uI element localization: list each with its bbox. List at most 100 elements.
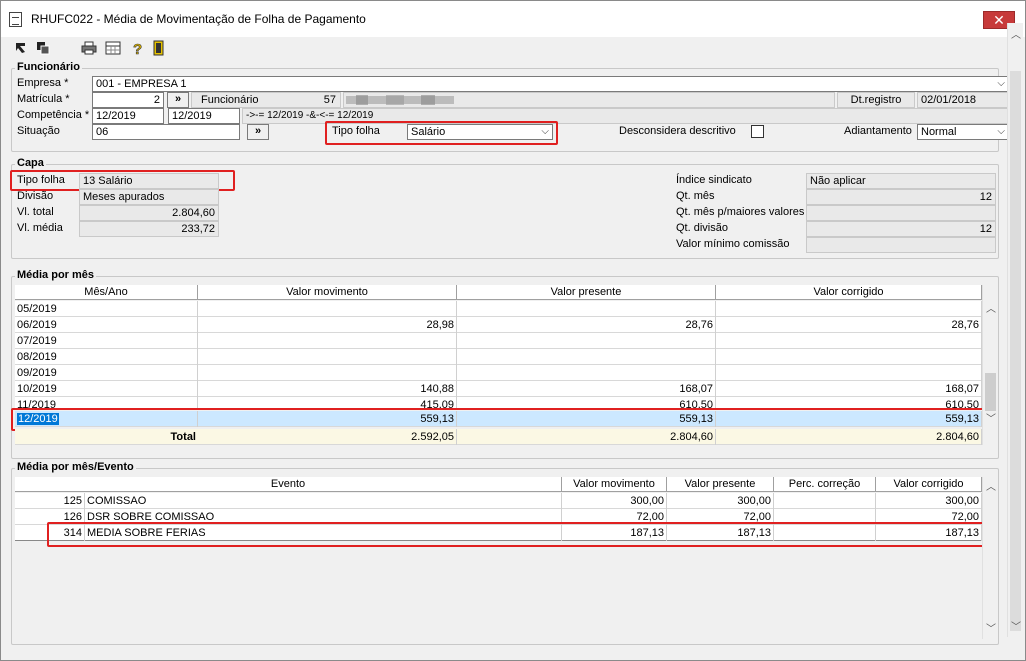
cell-presente (457, 333, 716, 349)
funcionario-name-field (343, 92, 835, 108)
matricula-input[interactable]: 2 (92, 92, 164, 108)
event-row[interactable]: 125 COMISSAO 300,00 300,00 300,00 (15, 493, 982, 509)
col-ev-valor-movimento[interactable]: Valor movimento (562, 477, 667, 492)
cell-ev-movimento: 300,00 (562, 493, 667, 509)
table-row[interactable]: 08/2019 (15, 349, 982, 365)
desconsidera-checkbox[interactable] (751, 125, 764, 138)
cell-corrigido: 168,07 (716, 381, 982, 397)
matricula-lookup-button[interactable]: » (167, 92, 189, 108)
situacao-input[interactable]: 06 (92, 124, 240, 140)
window-scrollbar[interactable]: ︿ ﹀ (1007, 23, 1023, 637)
vl-total-label: Vl. total (17, 206, 54, 218)
col-valor-movimento[interactable]: Valor movimento (198, 285, 457, 300)
vl-media-label: Vl. média (17, 222, 63, 234)
exit-door-icon[interactable] (151, 40, 167, 56)
title-bar: RHUFC022 - Média de Movimentação de Folh… (1, 1, 1025, 37)
cell-ev-perc (774, 493, 876, 509)
media-evento-scrollbar[interactable]: ︿ ﹀ (982, 477, 998, 639)
printer-icon[interactable] (81, 40, 97, 56)
total-corrigido: 2.804,60 (716, 429, 982, 445)
cell-presente (457, 365, 716, 381)
media-mes-header: Mês/Ano Valor movimento Valor presente V… (15, 285, 982, 300)
funcionario-number: 57 (323, 94, 336, 106)
col-ev-valor-corrigido[interactable]: Valor corrigido (876, 477, 982, 492)
cell-mes: 10/2019 (15, 381, 198, 397)
cell-evento-codigo: 125 (15, 493, 85, 509)
funcionario-field: Funcionário 57 (191, 92, 341, 108)
event-row[interactable]: 314 MEDIA SOBRE FERIAS 187,13 187,13 187… (15, 525, 982, 541)
col-mes-ano[interactable]: Mês/Ano (15, 285, 198, 300)
cell-ev-presente: 187,13 (667, 525, 774, 541)
cell-ev-movimento: 72,00 (562, 509, 667, 525)
table-row-selected[interactable]: 12/2019 559,13 559,13 559,13 (15, 411, 982, 427)
table-row[interactable]: 07/2019 (15, 333, 982, 349)
scroll-down-icon[interactable]: ﹀ (983, 413, 999, 427)
arrow-first-icon[interactable] (13, 40, 29, 56)
cell-mes: 12/2019 (15, 411, 198, 427)
cell-movimento (198, 365, 457, 381)
col-evento[interactable]: Evento (15, 477, 562, 492)
cell-evento-codigo: 126 (15, 509, 85, 525)
copy-icon[interactable] (35, 40, 51, 56)
cell-mes: 05/2019 (15, 301, 198, 317)
table-row[interactable]: 06/2019 28,98 28,76 28,76 (15, 317, 982, 333)
toolbar: ? (1, 37, 1025, 59)
help-icon[interactable]: ? (129, 40, 145, 59)
col-ev-valor-presente[interactable]: Valor presente (667, 477, 774, 492)
matricula-label: Matrícula * (17, 93, 70, 105)
total-presente: 2.804,60 (457, 429, 716, 445)
empresa-label: Empresa * (17, 77, 69, 89)
scroll-up-icon[interactable]: ︿ (983, 481, 999, 495)
competencia-de-input[interactable]: 12/2019 (92, 108, 164, 124)
cell-mes: 07/2019 (15, 333, 198, 349)
cell-movimento (198, 333, 457, 349)
cell-evento-nome: DSR SOBRE COMISSAO (85, 509, 562, 525)
competencia-expression: ->-= 12/2019 -&-<-= 12/2019 (242, 108, 1009, 124)
situacao-lookup-button[interactable]: » (247, 124, 269, 140)
empresa-value: 001 - EMPRESA 1 (96, 78, 187, 90)
total-row: Total 2.592,05 2.804,60 2.804,60 (15, 429, 982, 445)
media-mes-section-title: Média por mês (15, 269, 97, 281)
table-row[interactable]: 05/2019 (15, 301, 982, 317)
cell-movimento: 415,09 (198, 397, 457, 409)
cell-movimento: 559,13 (198, 411, 457, 427)
situacao-label: Situação (17, 125, 60, 137)
cell-evento-nome: MEDIA SOBRE FERIAS (85, 525, 562, 541)
divisao-label: Divisão (17, 190, 54, 202)
divisao-value: Meses apurados (79, 189, 219, 205)
col-ev-perc-correcao[interactable]: Perc. correção (774, 477, 876, 492)
table-row[interactable]: 11/2019 415,09 610,50 610,50 (15, 397, 982, 410)
qt-divisao-label: Qt. divisão (676, 222, 728, 234)
competencia-label: Competência * (17, 109, 90, 121)
cell-presente: 28,76 (457, 317, 716, 333)
cell-movimento (198, 301, 457, 317)
capa-section-title: Capa (15, 157, 46, 169)
funcionario-section-title: Funcionário (15, 61, 82, 73)
indice-sindicato-label: Índice sindicato (676, 174, 752, 186)
valor-minimo-label: Valor mínimo comissão (676, 238, 790, 250)
cell-ev-perc (774, 525, 876, 541)
scroll-thumb[interactable] (985, 373, 996, 411)
window-scroll-thumb[interactable] (1010, 71, 1021, 631)
calculator-icon[interactable] (105, 40, 121, 56)
chevron-down-icon: ⌵ (541, 126, 549, 137)
adiantamento-select[interactable]: Normal ⌵ (917, 124, 1009, 140)
empresa-select[interactable]: 001 - EMPRESA 1 ⌵ (92, 76, 1009, 92)
scroll-up-icon[interactable]: ︿ (983, 303, 999, 317)
media-mes-scrollbar[interactable]: ︿ ﹀ (982, 285, 998, 445)
cell-ev-presente: 300,00 (667, 493, 774, 509)
table-row[interactable]: 09/2019 (15, 365, 982, 381)
cell-movimento (198, 349, 457, 365)
tipo-folha-select[interactable]: Salário ⌵ (407, 124, 553, 140)
competencia-ate-input[interactable]: 12/2019 (168, 108, 240, 124)
media-evento-section-title: Média por mês/Evento (15, 461, 136, 473)
scroll-down-icon[interactable]: ﹀ (1008, 621, 1024, 635)
table-row[interactable]: 10/2019 140,88 168,07 168,07 (15, 381, 982, 397)
event-row[interactable]: 126 DSR SOBRE COMISSAO 72,00 72,00 72,00 (15, 509, 982, 525)
col-valor-presente[interactable]: Valor presente (457, 285, 716, 300)
scroll-down-icon[interactable]: ﹀ (983, 623, 999, 637)
window-title: RHUFC022 - Média de Movimentação de Folh… (31, 12, 366, 26)
valor-minimo-value (806, 237, 996, 253)
scroll-up-icon[interactable]: ︿ (1008, 29, 1024, 43)
col-valor-corrigido[interactable]: Valor corrigido (716, 285, 982, 300)
